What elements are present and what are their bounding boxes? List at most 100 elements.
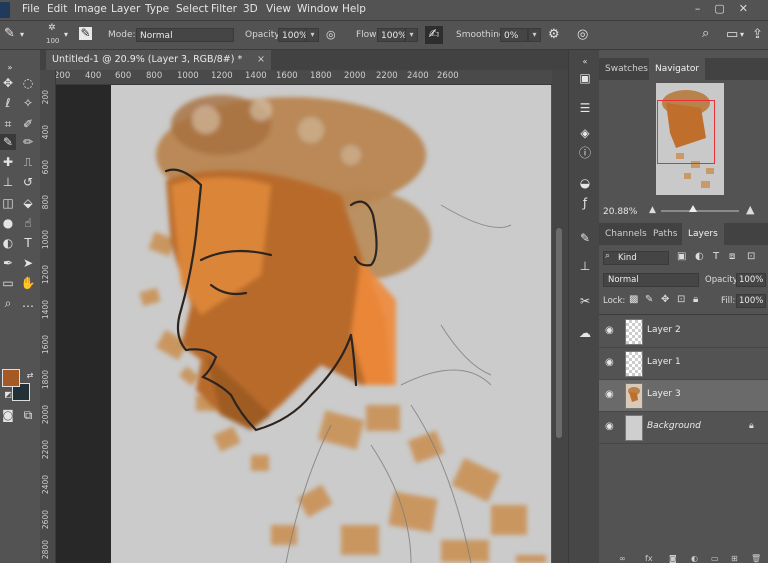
collapse-icon[interactable]: » (2, 60, 18, 76)
workspace-icon[interactable]: ▭ (726, 28, 738, 41)
healing-brush-icon[interactable]: ✚ (0, 154, 16, 170)
mode-select[interactable]: Normal (136, 28, 234, 42)
airbrush-icon[interactable]: ✍ (425, 26, 443, 44)
opacity-dropdown-icon[interactable]: ▾ (306, 28, 319, 42)
magic-wand-icon[interactable]: ✧ (20, 95, 36, 111)
pencil-tool-icon[interactable]: ✏ (20, 134, 36, 150)
tab-layers[interactable]: Layers (682, 223, 724, 245)
clone-source-icon[interactable]: ⊥ (577, 258, 593, 274)
document-canvas[interactable] (111, 85, 551, 563)
opacity-input[interactable]: 100% (278, 28, 308, 42)
menu-3d[interactable]: 3D (243, 3, 258, 15)
layer-row-background[interactable]: ◉ Background 🔒︎ (599, 412, 768, 444)
zoom-in-icon[interactable]: ▲ (746, 203, 754, 216)
layer-opacity-input[interactable]: 100% (736, 273, 766, 287)
stamp-tool-icon[interactable]: ⊥ (0, 174, 16, 190)
lasso-tool-icon[interactable]: ℓ (0, 95, 16, 111)
visibility-eye-icon[interactable]: ◉ (605, 421, 617, 433)
libraries-icon[interactable]: ☁ (577, 325, 593, 341)
info-icon[interactable]: ⓘ (577, 145, 593, 161)
visibility-eye-icon[interactable]: ◉ (605, 325, 617, 337)
document-tab[interactable]: Untitled-1 @ 20.9% (Layer 3, RGB/8#) * × (46, 50, 271, 70)
clone-stamp-icon[interactable]: ⎍ (20, 154, 36, 170)
smoothing-input[interactable]: 0% (500, 28, 528, 42)
tab-paths[interactable]: Paths (647, 223, 683, 245)
chevron-down-icon[interactable]: ▾ (20, 31, 24, 39)
zoom-out-icon[interactable]: ▲ (649, 205, 656, 215)
default-colors-icon[interactable]: ◩ (0, 387, 16, 403)
filter-shape-icon[interactable]: ⧈ (729, 251, 735, 262)
eyedropper-icon[interactable]: ✐ (20, 116, 36, 132)
menu-edit[interactable]: Edit (47, 3, 67, 15)
adjustment-layer-icon[interactable]: ◐ (691, 554, 698, 563)
brush-tool-icon[interactable]: ✎ (0, 134, 16, 150)
workspace-chevron-icon[interactable]: ▾ (740, 31, 744, 39)
menu-image[interactable]: Image (74, 3, 107, 15)
menu-select[interactable]: Select (176, 3, 208, 15)
search-icon[interactable]: ⌕ (702, 27, 709, 40)
close-icon[interactable]: × (257, 50, 265, 70)
menu-filter[interactable]: Filter (211, 3, 237, 15)
canvas-workspace[interactable] (56, 85, 551, 563)
history-icon[interactable]: ▣ (577, 70, 593, 86)
history-brush-icon[interactable]: ↺ (20, 174, 36, 190)
fill-input[interactable]: 100% (736, 294, 766, 308)
menu-file[interactable]: File (22, 3, 40, 15)
foreground-color-swatch[interactable] (2, 369, 20, 387)
blend-mode-select[interactable]: Normal (603, 273, 699, 287)
navigator-view-rect[interactable] (657, 100, 715, 164)
tab-navigator[interactable]: Navigator (649, 58, 706, 80)
pressure-size-icon[interactable]: ◎ (577, 28, 588, 41)
path-select-icon[interactable]: ➤ (20, 255, 36, 271)
lock-image-icon[interactable]: ✎ (645, 294, 653, 305)
link-layers-icon[interactable]: ∞ (619, 554, 626, 563)
brushes-icon[interactable]: ✎ (577, 230, 593, 246)
lock-all-icon[interactable]: 🔒︎ (693, 294, 698, 305)
crop-tool-icon[interactable]: ⌗ (0, 116, 16, 132)
brush-preset-chevron-icon[interactable]: ▾ (64, 31, 68, 39)
brush-preset-icon[interactable]: ✲ (48, 24, 56, 33)
visibility-eye-icon[interactable]: ◉ (605, 389, 617, 401)
color-icon[interactable]: ◒ (577, 175, 593, 191)
layer-filter-select[interactable]: Kind (603, 251, 669, 265)
layer-row-layer-1[interactable]: ◉ Layer 1 (599, 348, 768, 380)
visibility-eye-icon[interactable]: ◉ (605, 357, 617, 369)
layer-row-layer-2[interactable]: ◉ Layer 2 (599, 316, 768, 348)
collapse-dock-icon[interactable]: « (577, 54, 593, 70)
gear-icon[interactable]: ⚙ (548, 28, 560, 41)
tools-icon[interactable]: ✂ (577, 293, 593, 309)
pen-tool-icon[interactable]: ✒ (0, 255, 16, 271)
marquee-tool-icon[interactable]: ◌ (20, 75, 36, 91)
smudge-tool-icon[interactable]: ☝ (20, 215, 36, 231)
lock-artboard-icon[interactable]: ⊡ (677, 294, 685, 305)
paint-bucket-icon[interactable]: ⬙ (20, 195, 36, 211)
lock-position-icon[interactable]: ✥ (661, 294, 669, 305)
screen-mode-icon[interactable]: ⧉ (20, 407, 36, 423)
menu-help[interactable]: Help (342, 3, 366, 15)
zoom-slider[interactable] (661, 210, 739, 212)
scrollbar-thumb[interactable] (556, 228, 562, 438)
pressure-opacity-icon[interactable]: ◎ (326, 29, 336, 40)
new-layer-icon[interactable]: ⊞ (731, 554, 738, 563)
quick-mask-icon[interactable]: ◙ (0, 407, 16, 423)
blur-tool-icon[interactable]: ● (0, 215, 16, 231)
hand-tool-icon[interactable]: ✋ (20, 275, 36, 291)
delete-layer-icon[interactable]: 🗑︎ (751, 554, 761, 563)
type-tool-icon[interactable]: T (20, 235, 36, 251)
zoom-level[interactable]: 20.88% (603, 207, 637, 217)
filter-smart-object-icon[interactable]: ⊡ (747, 251, 755, 262)
menu-type[interactable]: Type (145, 3, 169, 15)
tab-channels[interactable]: Channels (599, 223, 653, 245)
more-tools-icon[interactable]: … (20, 295, 36, 311)
lock-transparent-icon[interactable]: ▩ (629, 294, 638, 305)
menu-layer[interactable]: Layer (111, 3, 140, 15)
group-icon[interactable]: ▭ (711, 554, 719, 563)
tab-swatches[interactable]: Swatches (599, 58, 654, 80)
swap-colors-icon[interactable]: ⇄ (22, 368, 38, 384)
flow-input[interactable]: 100% (377, 28, 407, 42)
window-controls[interactable]: –▢✕ (695, 2, 762, 15)
menu-view[interactable]: View (266, 3, 291, 15)
dodge-tool-icon[interactable]: ◐ (0, 235, 16, 251)
filter-type-icon[interactable]: T (713, 251, 719, 262)
vertical-scrollbar[interactable] (552, 70, 568, 563)
